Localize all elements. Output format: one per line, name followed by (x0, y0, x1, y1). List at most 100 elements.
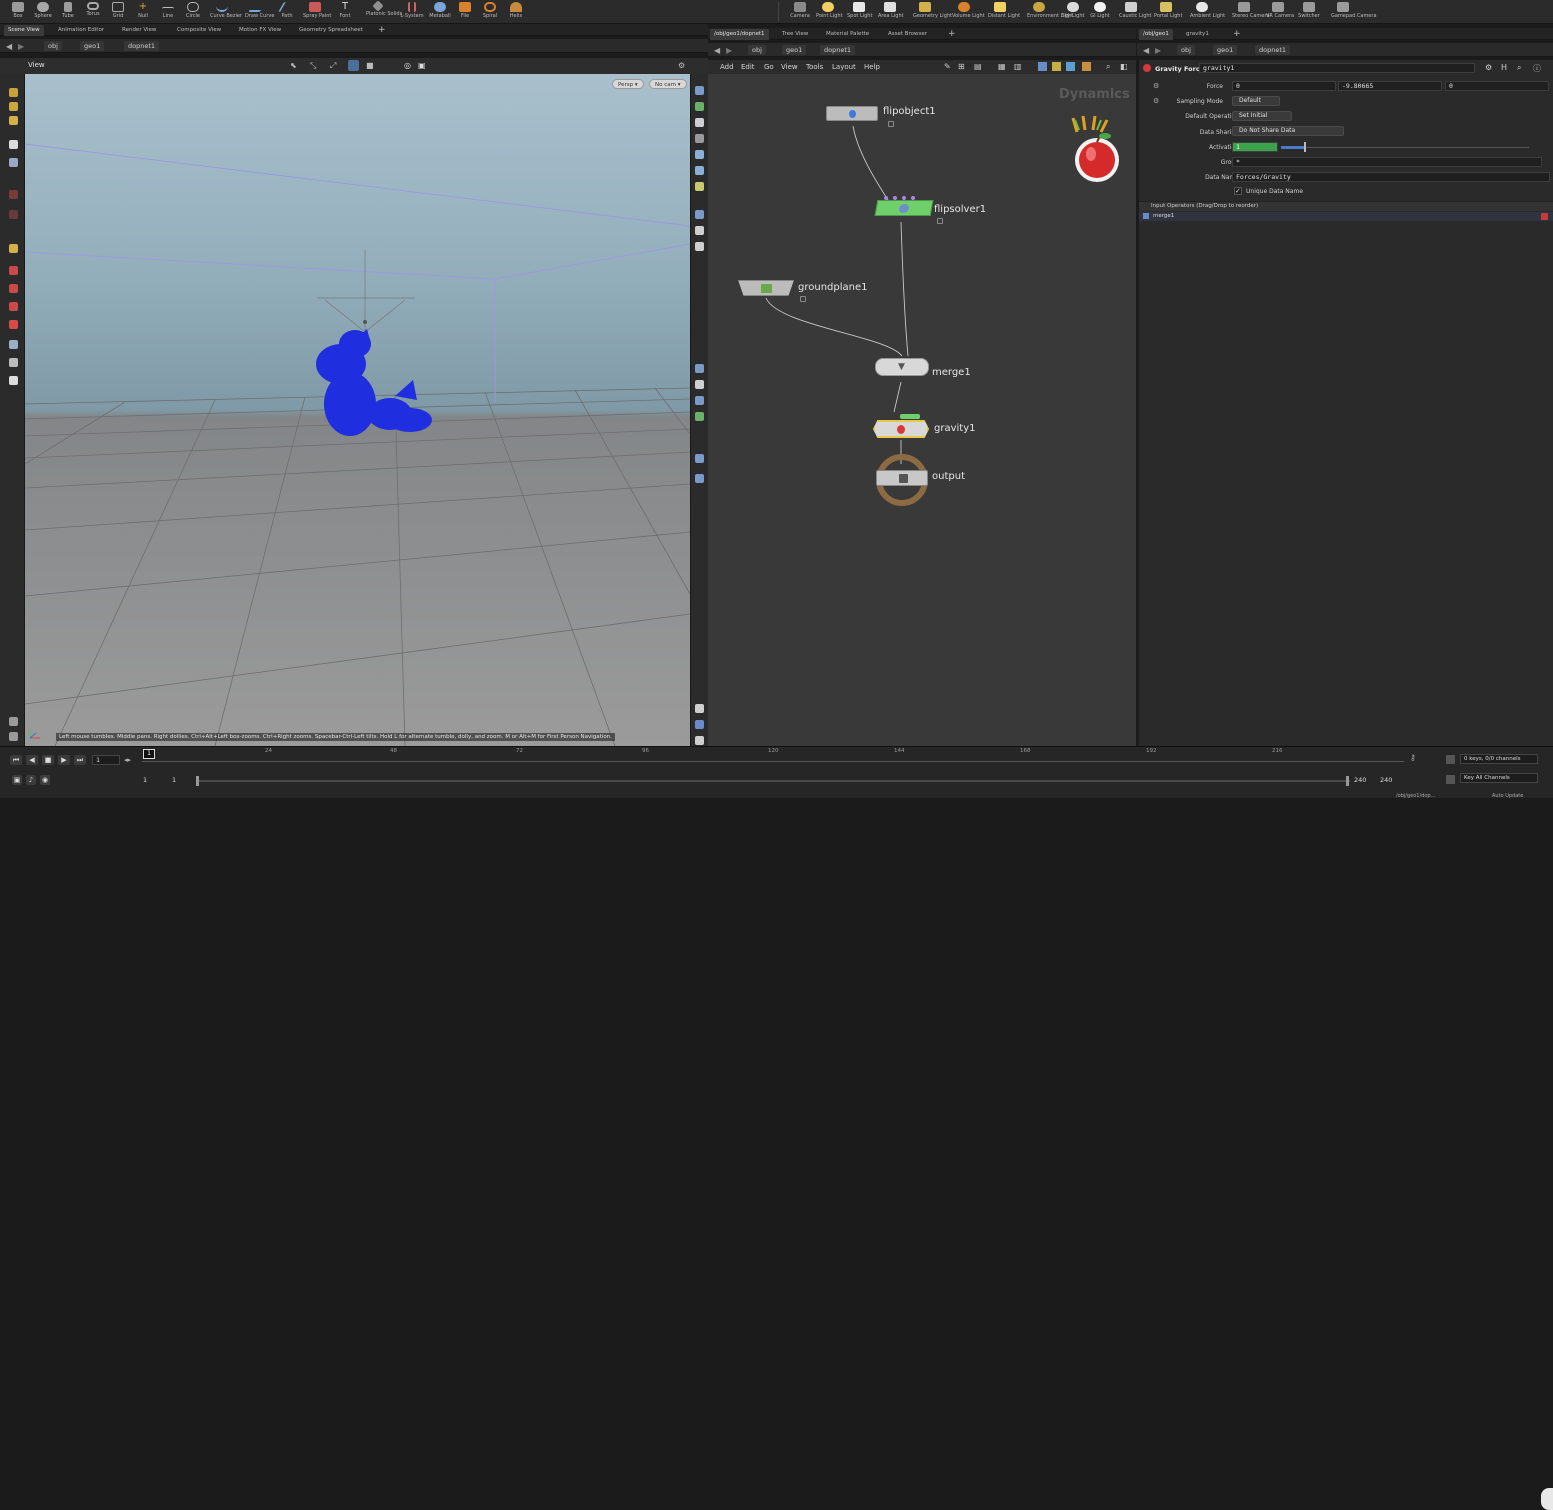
network-options-icon[interactable]: ◧ (1120, 62, 1128, 71)
input-port[interactable] (893, 196, 897, 200)
range-slider-start-handle[interactable] (196, 776, 199, 786)
network-editor[interactable]: flipobject1 flipsolver1 groundplane1 ▼ m… (708, 74, 1136, 746)
list-view-icon[interactable]: ▤ (974, 62, 982, 71)
brush-icon[interactable] (9, 244, 18, 253)
param-options-icon[interactable]: ⚙ (1153, 82, 1159, 90)
camera-view-icon[interactable] (695, 454, 704, 463)
camera-orbit-icon[interactable] (9, 340, 18, 349)
input-operator-row[interactable]: merge1 (1139, 212, 1553, 221)
magnet-red-icon[interactable] (9, 320, 18, 329)
play-button[interactable]: ▶ (58, 755, 70, 765)
point-icon[interactable] (9, 190, 18, 199)
shelf-tool-volume-light[interactable]: Volume Light (952, 2, 985, 22)
node-merge1[interactable]: ▼ (875, 358, 929, 376)
tab-material-palette[interactable]: Material Palette (822, 29, 873, 40)
playback-settings-icon[interactable]: ◉ (40, 775, 50, 785)
shelf-tool-sky-light[interactable]: Sky Light (1061, 2, 1085, 22)
breadcrumb-geo1[interactable]: geo1 (782, 45, 807, 55)
playback-start-field[interactable]: 1 (172, 776, 176, 784)
camera-lock-icon[interactable]: ◎ (404, 61, 411, 70)
shelf-tool-font[interactable]: T Font (333, 2, 357, 22)
tab-motion-fx-view[interactable]: Motion FX View (235, 25, 285, 36)
ghost-icon[interactable] (695, 102, 704, 111)
shelf-tool-torus[interactable]: Torus (81, 2, 105, 22)
display-flag[interactable] (900, 414, 920, 419)
light-icon[interactable] (695, 182, 704, 191)
display-options-icon[interactable] (348, 60, 359, 71)
add-tab-button[interactable]: + (944, 29, 960, 40)
node-flipobject1[interactable] (826, 106, 878, 121)
force-z-field[interactable]: 0 (1445, 81, 1549, 91)
gear-icon[interactable]: ⚙ (1485, 63, 1492, 72)
node-groundplane1[interactable] (738, 280, 794, 296)
normals-icon[interactable] (695, 242, 704, 251)
visualize-icon[interactable] (695, 396, 704, 405)
shelf-tool-draw-curve[interactable]: Draw Curve (245, 2, 274, 22)
tab-dopnet-network[interactable]: /obj/geo1/dopnet1 (710, 29, 769, 40)
shading-icon[interactable] (695, 134, 704, 143)
grid-view-icon[interactable]: ▦ (998, 62, 1006, 71)
rotate-icon[interactable] (9, 116, 18, 125)
pointer-icon[interactable] (9, 140, 18, 149)
channel-icon[interactable]: H (1501, 63, 1507, 72)
shelf-tool-ambient-light[interactable]: Ambient Light (1190, 2, 1225, 22)
range-slider-end-handle[interactable] (1346, 776, 1349, 786)
range-start-field[interactable]: 1 (143, 776, 147, 784)
handle-tool-icon[interactable]: ⤢ (330, 61, 336, 71)
tab-geometry-spreadsheet[interactable]: Geometry Spreadsheet (295, 25, 367, 36)
current-frame-marker[interactable]: 1 (143, 749, 155, 759)
step-back-button[interactable]: ◀ (26, 755, 38, 765)
3d-viewport[interactable]: Persp ▾ No cam ▾ (25, 74, 690, 746)
stop-button[interactable]: ■ (42, 755, 54, 765)
camera-menu[interactable]: No cam ▾ (649, 79, 687, 89)
breadcrumb-geo1[interactable]: geo1 (80, 41, 105, 51)
shelf-tool-grid[interactable]: Grid (106, 2, 130, 22)
shelf-tool-portal-light[interactable]: Portal Light (1154, 2, 1182, 22)
tab-asset-browser[interactable]: Asset Browser (884, 29, 931, 40)
menu-add[interactable]: Add (720, 63, 734, 71)
breadcrumb-geo1[interactable]: geo1 (1213, 45, 1238, 55)
playback-end-field[interactable]: 240 (1354, 776, 1366, 784)
activation-field[interactable]: 1 (1232, 142, 1278, 152)
shelf-tool-platonic-solids[interactable]: Platonic Solids (366, 0, 402, 22)
input-port[interactable] (902, 196, 906, 200)
info-icon[interactable] (695, 704, 704, 713)
force-y-field[interactable]: -9.80665 (1338, 81, 1442, 91)
sampling-mode-select[interactable]: Default (1232, 96, 1280, 106)
shelf-tool-tube[interactable]: Tube (56, 2, 80, 22)
tab-scene-view[interactable]: Scene View (4, 25, 44, 36)
shelf-tool-stereo-camera[interactable]: Stereo Camera (1232, 2, 1270, 22)
default-operation-select[interactable]: Set Initial (1232, 111, 1292, 121)
shelf-tool-switcher[interactable]: Switcher (1297, 2, 1321, 22)
move-icon[interactable] (9, 102, 18, 111)
tab-tree-view[interactable]: Tree View (778, 29, 812, 40)
display-green-icon[interactable] (695, 412, 704, 421)
menu-help[interactable]: Help (864, 63, 880, 71)
add-tab-button[interactable]: + (374, 25, 390, 36)
shelf-tool-box[interactable]: Box (6, 2, 30, 22)
auto-update-button[interactable]: Auto Update (1492, 793, 1523, 799)
search-icon[interactable]: ⌕ (1517, 63, 1521, 73)
breadcrumb-obj[interactable]: obj (748, 45, 766, 55)
frame-step-icon[interactable]: ◂▸ (124, 756, 131, 764)
side-handle[interactable] (1541, 1488, 1553, 1510)
lock-icon[interactable] (9, 158, 18, 167)
back-arrow-icon[interactable]: ◀ (6, 42, 12, 51)
shelf-tool-gi-light[interactable]: GI Light (1088, 2, 1112, 22)
color-palette-icon[interactable] (1052, 62, 1061, 71)
breadcrumb-dopnet1[interactable]: dopnet1 (1255, 45, 1291, 55)
shelf-tool-gamepad-camera[interactable]: Gamepad Camera (1331, 2, 1377, 22)
input-port[interactable] (884, 196, 888, 200)
menu-tools[interactable]: Tools (806, 63, 823, 71)
edge-icon[interactable] (9, 210, 18, 219)
forward-arrow-icon[interactable]: ▶ (18, 42, 24, 51)
input-port[interactable] (911, 196, 915, 200)
range-slider[interactable] (196, 780, 1350, 782)
layout-icon[interactable] (695, 720, 704, 729)
settings-icon[interactable] (9, 717, 18, 726)
shelf-tool-null[interactable]: + Null (131, 2, 155, 22)
data-sharing-select[interactable]: Do Not Share Data (1232, 126, 1344, 136)
select-tool-icon[interactable]: ⬉ (290, 61, 297, 70)
menu-layout[interactable]: Layout (832, 63, 856, 71)
guides-icon[interactable] (695, 380, 704, 389)
